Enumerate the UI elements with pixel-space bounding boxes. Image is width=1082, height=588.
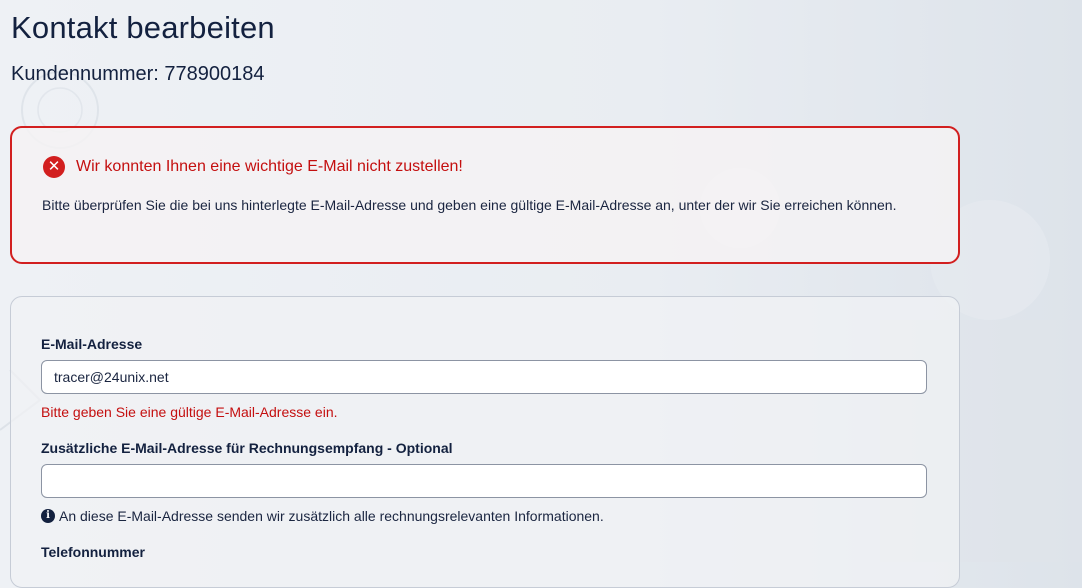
info-icon: i [41,509,55,523]
email-input[interactable] [41,360,927,394]
billing-email-hint-text: An diese E-Mail-Adresse senden wir zusät… [59,508,604,524]
page-title: Kontakt bearbeiten [11,10,275,45]
email-error-message: Bitte geben Sie eine gültige E-Mail-Adre… [41,404,338,420]
error-alert: ✕ Wir konnten Ihnen eine wichtige E-Mail… [10,126,960,264]
alert-message: Bitte überprüfen Sie die bei uns hinterl… [42,197,897,213]
billing-email-label: Zusätzliche E-Mail-Adresse für Rechnungs… [41,440,453,456]
contact-form-card: E-Mail-Adresse Bitte geben Sie eine gült… [10,296,960,588]
email-label: E-Mail-Adresse [41,336,143,352]
phone-label: Telefonnummer [41,544,145,560]
alert-title: Wir konnten Ihnen eine wichtige E-Mail n… [76,158,463,175]
billing-email-input[interactable] [41,464,927,498]
billing-email-hint: i An diese E-Mail-Adresse senden wir zus… [41,508,604,524]
customer-number: Kundennummer: 778900184 [11,63,265,85]
error-circle-icon: ✕ [43,156,65,178]
